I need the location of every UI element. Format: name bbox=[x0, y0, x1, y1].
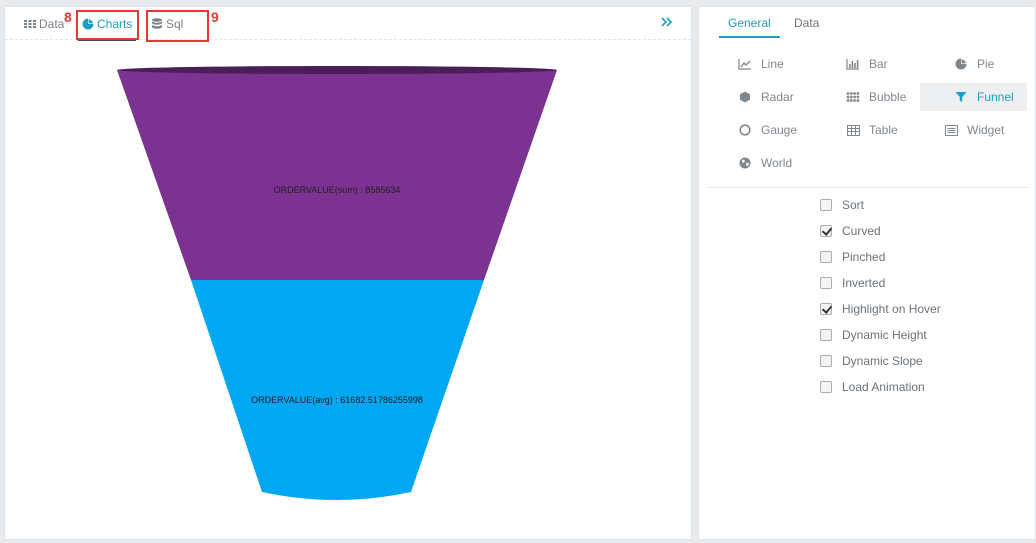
option-label: Sort bbox=[842, 198, 865, 212]
chart-type-label: Pie bbox=[977, 57, 995, 71]
chart-type-label: Gauge bbox=[761, 123, 798, 137]
widget-icon bbox=[944, 124, 958, 136]
sort-checkbox[interactable] bbox=[820, 199, 832, 211]
funnel-stage-avg[interactable] bbox=[191, 280, 484, 500]
settings-tabs: General Data bbox=[699, 7, 1035, 41]
funnel-icon bbox=[954, 91, 968, 103]
tab-data-label: Data bbox=[39, 16, 65, 31]
dynamic-height-checkbox[interactable] bbox=[820, 329, 832, 341]
option-label: Curved bbox=[842, 224, 881, 238]
option-label: Dynamic Height bbox=[842, 328, 927, 342]
chart-panel: Data Charts Sql 8 9 ORDERVALUE(sum): 85… bbox=[4, 6, 692, 540]
tab-data[interactable]: Data bbox=[24, 7, 64, 40]
option-highlight-on-hover[interactable]: Highlight on Hover bbox=[820, 301, 941, 317]
pie-chart-icon bbox=[954, 58, 968, 70]
gauge-icon bbox=[738, 124, 752, 136]
funnel-stage-avg-label: ORDERVALUE(avg) : 61682.51786255998 bbox=[251, 395, 423, 405]
option-label: Load Animation bbox=[842, 380, 925, 394]
double-chevron-right-icon bbox=[661, 17, 673, 27]
chart-type-radar[interactable]: Radar bbox=[738, 83, 845, 111]
chart-type-label: World bbox=[761, 156, 793, 170]
bar-chart-icon bbox=[846, 58, 860, 70]
globe-icon bbox=[738, 157, 752, 169]
annotation-box-sql bbox=[146, 10, 209, 42]
option-curved[interactable]: Curved bbox=[820, 223, 881, 239]
chart-type-label: Bubble bbox=[869, 90, 907, 104]
highlight-on-hover-checkbox[interactable] bbox=[820, 303, 832, 315]
chart-type-label: Widget bbox=[967, 123, 1005, 137]
grid-icon bbox=[24, 18, 36, 30]
annotation-number-8: 8 bbox=[64, 9, 72, 25]
chart-type-pie[interactable]: Pie bbox=[954, 50, 1036, 78]
chart-type-funnel[interactable]: Funnel bbox=[920, 83, 1027, 111]
divider bbox=[708, 187, 1028, 188]
radar-icon bbox=[738, 91, 752, 103]
curved-checkbox[interactable] bbox=[820, 225, 832, 237]
inverted-checkbox[interactable] bbox=[820, 277, 832, 289]
funnel-chart: ORDERVALUE(sum) : 8585634 ORDERVALUE(avg… bbox=[5, 41, 691, 539]
collapse-panel-button[interactable] bbox=[660, 15, 674, 29]
funnel-top-ellipse bbox=[117, 66, 557, 74]
settings-panel: General Data Line Bar Pie Radar Bubble F… bbox=[698, 6, 1036, 540]
table-icon bbox=[846, 124, 860, 136]
view-tabs: Data Charts Sql 8 9 bbox=[5, 7, 691, 42]
load-animation-checkbox[interactable] bbox=[820, 381, 832, 393]
option-pinched[interactable]: Pinched bbox=[820, 249, 885, 265]
tab-settings-data[interactable]: Data bbox=[794, 16, 819, 30]
option-label: Dynamic Slope bbox=[842, 354, 923, 368]
funnel-stage-sum[interactable] bbox=[117, 70, 557, 280]
option-label: Highlight on Hover bbox=[842, 302, 941, 316]
chart-type-label: Funnel bbox=[977, 90, 1014, 104]
option-label: Pinched bbox=[842, 250, 886, 264]
chart-type-line[interactable]: Line bbox=[738, 50, 845, 78]
annotation-number-9: 9 bbox=[211, 9, 219, 25]
tab-general[interactable]: General bbox=[719, 16, 780, 38]
pinched-checkbox[interactable] bbox=[820, 251, 832, 263]
option-dynamic-slope[interactable]: Dynamic Slope bbox=[820, 353, 923, 369]
chart-type-bar[interactable]: Bar bbox=[846, 50, 953, 78]
funnel-stage-sum-label: ORDERVALUE(sum) : 8585634 bbox=[274, 185, 401, 195]
option-sort[interactable]: Sort bbox=[820, 197, 864, 213]
dynamic-slope-checkbox[interactable] bbox=[820, 355, 832, 367]
chart-type-world[interactable]: World bbox=[738, 149, 845, 177]
chart-type-label: Radar bbox=[761, 90, 794, 104]
option-load-animation[interactable]: Load Animation bbox=[820, 379, 925, 395]
option-label: Inverted bbox=[842, 276, 886, 290]
chart-type-gauge[interactable]: Gauge bbox=[738, 116, 845, 144]
chart-type-label: Line bbox=[761, 57, 784, 71]
annotation-box-charts bbox=[76, 10, 139, 40]
bubble-icon bbox=[846, 91, 860, 103]
line-chart-icon bbox=[738, 58, 752, 70]
option-dynamic-height[interactable]: Dynamic Height bbox=[820, 327, 927, 343]
chart-type-widget[interactable]: Widget bbox=[944, 116, 1036, 144]
chart-type-table[interactable]: Table bbox=[846, 116, 953, 144]
option-inverted[interactable]: Inverted bbox=[820, 275, 885, 291]
chart-type-label: Bar bbox=[869, 57, 888, 71]
chart-type-label: Table bbox=[869, 123, 898, 137]
